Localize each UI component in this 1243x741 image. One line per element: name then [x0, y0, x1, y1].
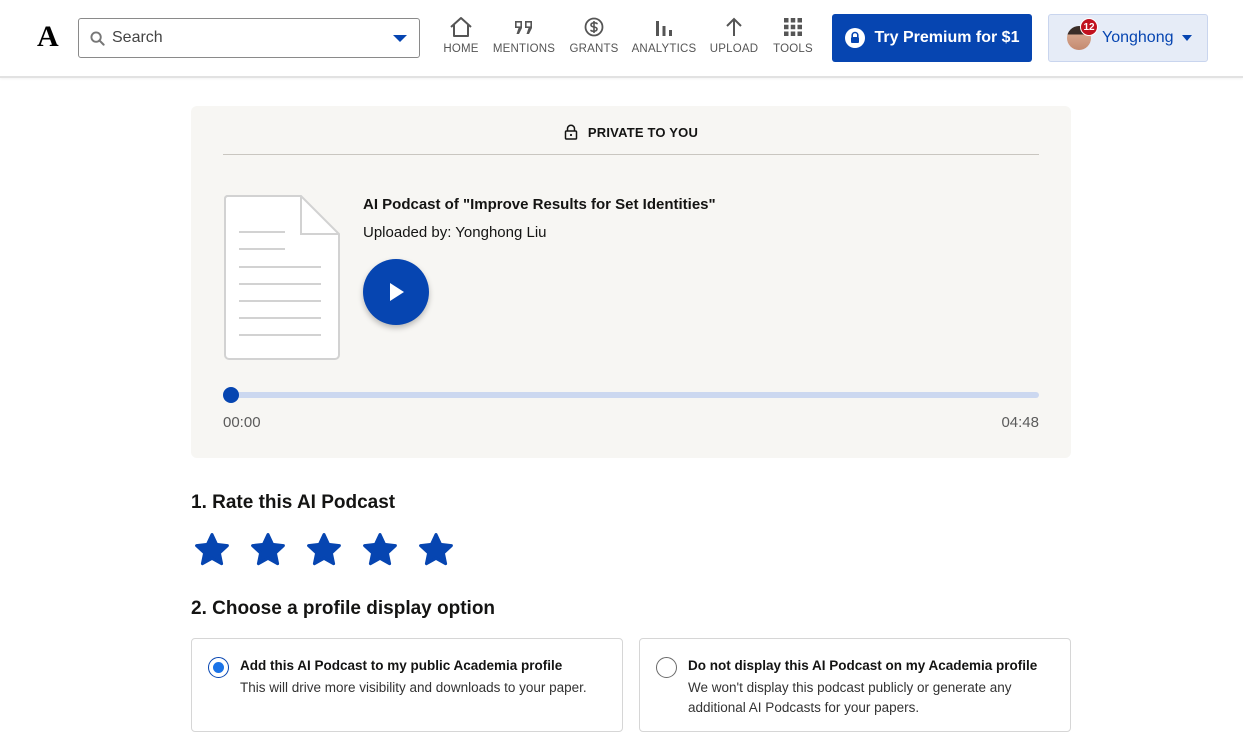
bar-chart-icon — [656, 21, 672, 36]
podcast-uploader: Uploaded by: Yonghong Liu — [363, 224, 547, 241]
option-public-description: This will drive more visibility and down… — [240, 680, 587, 695]
play-button[interactable] — [363, 259, 429, 325]
search-icon — [90, 31, 105, 46]
nav-grants[interactable]: GRANTS — [568, 16, 620, 62]
nav-home-label: HOME — [443, 43, 479, 55]
padlock-icon — [564, 124, 578, 140]
star-icon-1[interactable] — [193, 532, 231, 568]
try-premium-label: Try Premium for $1 — [874, 29, 1020, 46]
search-dropdown-caret-icon[interactable] — [393, 35, 407, 42]
nav-tools-label: TOOLS — [773, 43, 813, 55]
podcast-player-card: PRIVATE TO YOU AI Podcast of "Improve Re… — [191, 106, 1071, 458]
nav-upload-label: UPLOAD — [709, 43, 759, 55]
display-option-heading: 2. Choose a profile display option — [191, 598, 496, 619]
podcast-title: AI Podcast of "Improve Results for Set I… — [363, 196, 716, 213]
arrow-up-icon — [726, 17, 742, 36]
nav-grants-label: GRANTS — [569, 43, 619, 55]
privacy-banner: PRIVATE TO YOU — [223, 124, 1039, 155]
lock-icon — [844, 28, 865, 48]
try-premium-button[interactable]: Try Premium for $1 — [832, 14, 1032, 62]
display-option-private[interactable]: Do not display this AI Podcast on my Aca… — [639, 638, 1071, 732]
nav-upload[interactable]: UPLOAD — [708, 16, 760, 62]
privacy-label: PRIVATE TO YOU — [587, 125, 699, 140]
star-rating — [193, 532, 455, 568]
nav-tools[interactable]: TOOLS — [770, 16, 816, 62]
quote-icon — [515, 21, 532, 34]
star-icon-2[interactable] — [249, 532, 287, 568]
search-box[interactable] — [78, 18, 420, 58]
radio-private[interactable] — [656, 657, 677, 678]
notification-badge[interactable]: 12 — [1080, 18, 1098, 36]
option-public-title: Add this AI Podcast to my public Academi… — [240, 658, 563, 673]
chevron-down-icon — [1181, 35, 1192, 41]
current-time: 00:00 — [223, 414, 261, 431]
radio-public[interactable] — [208, 657, 229, 678]
progress-thumb[interactable] — [223, 387, 239, 403]
top-nav-bar: A HOME MENTIONS GRANTS — [0, 0, 1243, 78]
nav-mentions[interactable]: MENTIONS — [492, 16, 556, 62]
academia-logo[interactable]: A — [37, 20, 59, 54]
progress-track[interactable] — [231, 392, 1039, 398]
grid-icon — [784, 18, 802, 36]
user-menu-button[interactable]: Yonghong — [1048, 14, 1208, 62]
star-icon-5[interactable] — [417, 532, 455, 568]
option-private-title: Do not display this AI Podcast on my Aca… — [688, 658, 1038, 673]
dollar-icon — [584, 17, 604, 37]
nav-analytics-label: ANALYTICS — [631, 43, 697, 55]
star-icon-3[interactable] — [305, 532, 343, 568]
nav-home[interactable]: HOME — [440, 16, 482, 62]
play-icon — [390, 283, 404, 301]
nav-analytics[interactable]: ANALYTICS — [630, 16, 698, 62]
home-icon — [450, 17, 472, 37]
rating-heading: 1. Rate this AI Podcast — [191, 492, 396, 513]
document-thumbnail-icon — [224, 195, 340, 360]
user-name: Yonghong — [1102, 29, 1174, 46]
star-icon-4[interactable] — [361, 532, 399, 568]
nav-mentions-label: MENTIONS — [492, 43, 556, 55]
display-option-public[interactable]: Add this AI Podcast to my public Academi… — [191, 638, 623, 732]
option-private-description: We won't display this podcast publicly o… — [688, 680, 1012, 715]
total-duration: 04:48 — [1001, 414, 1039, 431]
search-input[interactable] — [112, 25, 382, 51]
